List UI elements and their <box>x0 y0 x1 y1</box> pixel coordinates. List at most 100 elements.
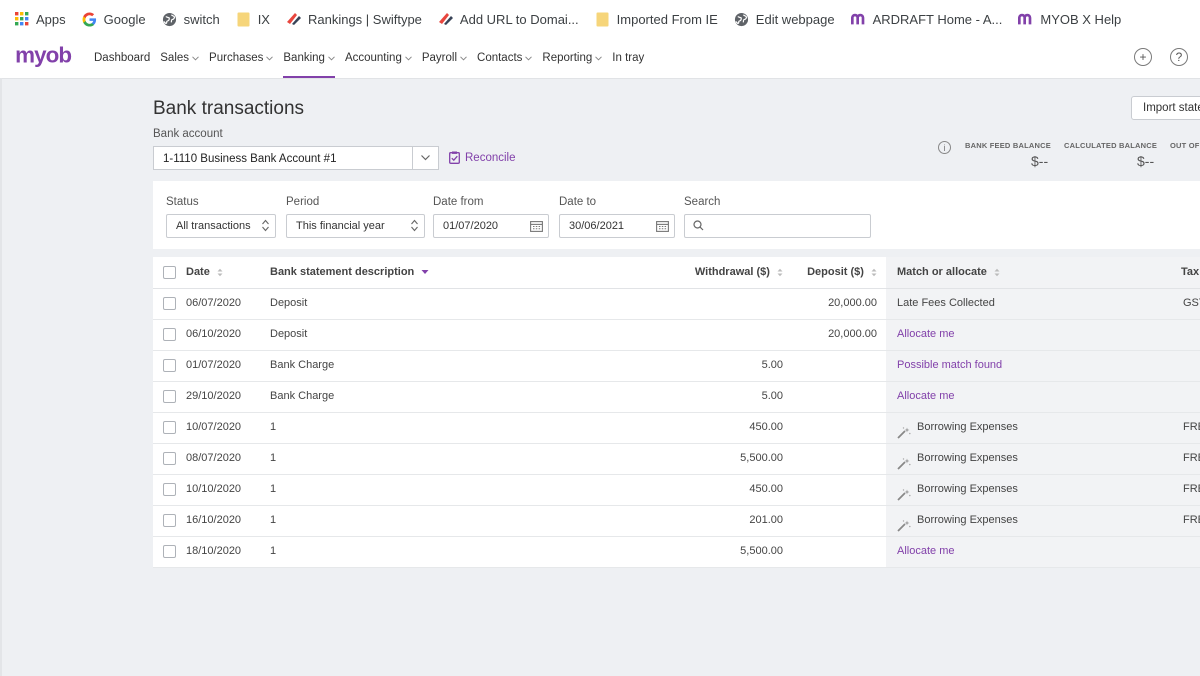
table-row[interactable]: 08/07/2020 1 5,500.00 Borrowing Expenses FRE <box>153 443 1200 475</box>
deposit-column-header[interactable]: Deposit ($) <box>783 257 877 288</box>
description-cell: Bank Charge <box>270 359 335 371</box>
table-row[interactable]: 06/07/2020 Deposit 20,000.00 Late Fees Coll… <box>153 288 1200 320</box>
withdrawal-cell: 5,500.00 <box>740 452 783 464</box>
withdrawal-column-header[interactable]: Withdrawal ($) <box>673 257 783 288</box>
search-input[interactable] <box>684 214 871 238</box>
row-checkbox[interactable] <box>163 359 176 372</box>
deposit-cell <box>773 381 877 412</box>
match-column-header[interactable]: Match or allocate <box>897 257 1000 288</box>
allocate-link[interactable]: Allocate me <box>897 381 954 412</box>
description-cell: 1 <box>270 483 277 495</box>
date-from-label: Date from <box>433 196 484 208</box>
bookmark-label: ARDRAFT Home - A... <box>872 11 1003 27</box>
allocate-link[interactable]: Possible match found <box>897 350 1002 381</box>
deposit-cell: 20,000.00 <box>828 297 877 309</box>
tax-cell: FRE <box>1183 452 1200 464</box>
bookmark-label: Apps <box>36 11 66 27</box>
deposit-cell <box>773 474 877 505</box>
date-to-input[interactable]: 30/06/2021 <box>559 214 675 238</box>
withdrawal-cell: 201.00 <box>749 514 783 526</box>
description-column-header[interactable]: Bank statement description <box>270 257 429 288</box>
help-icon[interactable]: ? <box>1170 48 1188 66</box>
match-cell[interactable]: Borrowing Expenses <box>897 505 1018 536</box>
table-row[interactable]: 18/10/2020 1 5,500.00 Allocate me <box>153 536 1200 568</box>
bookmarks-bar: Apps Google switch IX Rankings | Swiftype Add… <box>0 0 1200 38</box>
match-cell[interactable]: Late Fees Collected <box>897 288 995 319</box>
date-column-header[interactable]: Date <box>186 257 223 288</box>
nav-item-purchases[interactable]: Purchases <box>209 38 274 78</box>
bookmark-myob-x-help[interactable]: MYOB X Help <box>1010 5 1129 33</box>
nav-item-accounting[interactable]: Accounting <box>345 38 412 78</box>
period-select[interactable]: This financial year <box>286 214 425 238</box>
row-checkbox[interactable] <box>163 514 176 527</box>
chevron-down-icon <box>525 52 533 64</box>
allocate-link[interactable]: Allocate me <box>897 319 954 350</box>
withdrawal-cell: 5.00 <box>761 359 783 371</box>
period-label: Period <box>286 196 320 208</box>
table-row[interactable]: 16/10/2020 1 201.00 Borrowing Expenses FRE <box>153 505 1200 537</box>
nav-item-reporting[interactable]: Reporting <box>542 38 603 78</box>
bookmark-rankings-swiftype[interactable]: Rankings | Swiftype <box>278 5 430 33</box>
nav-item-in-tray[interactable]: In tray <box>612 38 644 78</box>
calendar-icon[interactable] <box>656 220 669 232</box>
bookmark-imported-from-ie[interactable]: Imported From IE <box>587 5 726 33</box>
row-checkbox[interactable] <box>163 390 176 403</box>
bookmark-google[interactable]: Google <box>74 5 154 33</box>
date-from-input[interactable]: 01/07/2020 <box>433 214 549 238</box>
add-icon[interactable]: + <box>1134 48 1152 66</box>
table-row[interactable]: 29/10/2020 Bank Charge 5.00 Allocate me <box>153 381 1200 413</box>
match-cell[interactable]: Borrowing Expenses <box>897 412 1018 443</box>
select-all-checkbox[interactable] <box>163 266 176 279</box>
nav-item-payroll[interactable]: Payroll <box>422 38 467 78</box>
myob-m-icon <box>1018 11 1034 27</box>
reconcile-icon <box>449 151 460 164</box>
table-row[interactable]: 06/10/2020 Deposit 20,000.00 Allocate me <box>153 319 1200 351</box>
row-checkbox[interactable] <box>163 452 176 465</box>
import-statements-button[interactable]: Import state <box>1131 96 1200 120</box>
bookmark-label: Add URL to Domai... <box>459 11 579 27</box>
nav-item-dashboard[interactable]: Dashboard <box>94 38 150 78</box>
bookmark-ix[interactable]: IX <box>228 5 278 33</box>
bank-account-select[interactable]: 1-1110 Business Bank Account #1 <box>153 146 413 170</box>
description-header-label: Bank statement description <box>270 266 415 278</box>
row-checkbox[interactable] <box>163 421 176 434</box>
match-cell[interactable]: Borrowing Expenses <box>897 443 1018 474</box>
out-of-balance-label: OUT OF <box>1170 141 1200 150</box>
nav-item-label: Contacts <box>477 52 523 64</box>
bookmark-switch[interactable]: switch <box>154 5 228 33</box>
calculated-balance-label: CALCULATED BALANCE <box>1064 141 1158 150</box>
table-row[interactable]: 10/07/2020 1 450.00 Borrowing Expenses FRE <box>153 412 1200 444</box>
row-checkbox[interactable] <box>163 297 176 310</box>
row-checkbox[interactable] <box>163 545 176 558</box>
status-select[interactable]: All transactions <box>166 214 276 238</box>
table-row[interactable]: 10/10/2020 1 450.00 Borrowing Expenses FRE <box>153 474 1200 506</box>
match-label: Borrowing Expenses <box>917 483 1018 495</box>
bookmark-edit-webpage[interactable]: Edit webpage <box>726 5 843 33</box>
row-checkbox[interactable] <box>163 328 176 341</box>
row-checkbox[interactable] <box>163 483 176 496</box>
nav-item-banking[interactable]: Banking <box>283 38 335 78</box>
info-icon[interactable]: i <box>938 141 951 154</box>
sort-icon <box>871 268 877 276</box>
swiftype-icon <box>286 11 302 27</box>
chevron-down-icon <box>405 52 412 64</box>
bookmark-add-url-to-domai[interactable]: Add URL to Domai... <box>430 5 587 33</box>
left-edge <box>0 78 2 676</box>
nav-item-sales[interactable]: Sales <box>160 38 199 78</box>
reconcile-link[interactable]: Reconcile <box>449 151 516 164</box>
match-cell[interactable]: Borrowing Expenses <box>897 474 1018 505</box>
calendar-icon[interactable] <box>530 220 543 232</box>
globe-icon <box>162 11 178 27</box>
withdrawal-cell: 450.00 <box>749 421 783 433</box>
bookmark-ardraft-home-a[interactable]: ARDRAFT Home - A... <box>843 5 1011 33</box>
table-row[interactable]: 01/07/2020 Bank Charge 5.00 Possible match … <box>153 350 1200 382</box>
date-cell: 16/10/2020 <box>186 514 242 526</box>
nav-item-contacts[interactable]: Contacts <box>477 38 533 78</box>
myob-logo[interactable]: myob <box>13 42 77 70</box>
allocate-link[interactable]: Allocate me <box>897 536 954 567</box>
tax-column-header[interactable]: Tax <box>1181 257 1199 288</box>
myob-m-icon <box>850 11 867 27</box>
bookmark-apps[interactable]: Apps <box>0 5 74 33</box>
reconcile-label: Reconcile <box>465 151 516 164</box>
bank-account-dropdown-button[interactable] <box>413 146 439 170</box>
